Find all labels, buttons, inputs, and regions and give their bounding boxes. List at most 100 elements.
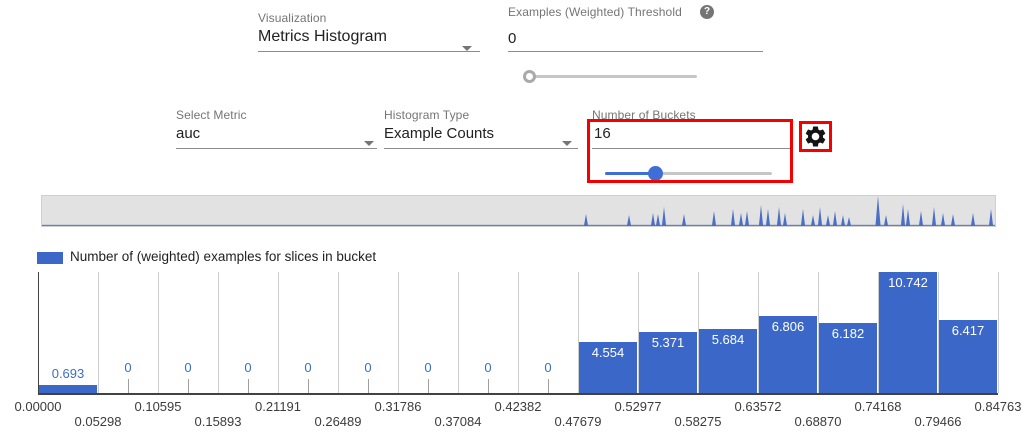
x-tick-label: 0.58275: [658, 414, 738, 429]
slice-spike: [971, 213, 975, 226]
slice-spike: [826, 215, 830, 226]
gear-icon: [803, 124, 828, 149]
threshold-slider-track[interactable]: [530, 75, 697, 78]
slice-spike: [847, 217, 851, 226]
legend-color-swatch: [37, 252, 63, 264]
zero-bar-tick: [368, 379, 369, 393]
number-of-buckets-underline: [592, 148, 790, 149]
slice-spike: [651, 213, 655, 226]
slice-spike: [919, 211, 923, 226]
x-tick-label: 0.05298: [58, 414, 138, 429]
select-metric-underline: [176, 148, 377, 149]
histogram-type-label: Histogram Type: [384, 108, 578, 122]
visualization-field: Visualization Metrics Histogram: [258, 11, 480, 56]
metrics-histogram-chart: 0.693000000004.5545.3715.6846.8066.18210…: [38, 272, 998, 430]
slice-spike: [901, 204, 905, 226]
x-tick-label: 0.84763: [958, 399, 1024, 414]
select-metric-dropdown[interactable]: auc: [176, 125, 200, 142]
zero-bar-tick: [488, 379, 489, 393]
slice-spike: [662, 207, 666, 226]
histogram-type-underline: [384, 148, 578, 149]
zero-bar-tick: [188, 379, 189, 393]
slice-spike: [841, 215, 845, 226]
settings-gear-button[interactable]: [803, 124, 828, 149]
slice-spike: [818, 207, 822, 226]
bar-value-label: 5.684: [698, 332, 758, 347]
slice-spike: [906, 209, 910, 226]
slice-spike: [941, 213, 945, 226]
zero-bar-tick: [248, 379, 249, 393]
visualization-label: Visualization: [258, 11, 480, 25]
histogram-type-dropdown[interactable]: Example Counts: [384, 125, 494, 142]
x-tick-label: 0.10595: [118, 399, 198, 414]
x-tick-label: 0.74168: [838, 399, 918, 414]
slice-spike: [951, 214, 955, 226]
bar-value-label: 10.742: [878, 275, 938, 290]
help-icon[interactable]: ?: [700, 5, 714, 19]
zero-bar-tick: [548, 379, 549, 393]
x-tick-label: 0.52977: [598, 399, 678, 414]
visualization-dropdown[interactable]: Metrics Histogram: [258, 28, 387, 46]
legend-label: Number of (weighted) examples for slices…: [70, 249, 376, 264]
slice-spike: [627, 215, 631, 226]
x-tick-label: 0.42382: [478, 399, 558, 414]
zero-bar-tick: [128, 379, 129, 393]
select-metric-label: Select Metric: [176, 108, 377, 122]
x-tick-label: 0.37084: [418, 414, 498, 429]
bar-value-label: 6.182: [818, 326, 878, 341]
select-metric-value: auc: [176, 125, 200, 142]
select-metric-field: Select Metric auc: [176, 108, 377, 153]
slice-spike: [656, 214, 660, 226]
zero-bar-tick: [308, 379, 309, 393]
number-of-buckets-input[interactable]: 16: [594, 125, 611, 142]
slice-spike: [759, 205, 763, 226]
slice-spike: [766, 209, 770, 226]
slice-spike: [989, 209, 993, 226]
bar-value-label: 6.806: [758, 319, 818, 334]
gridline: [998, 272, 999, 393]
sparkline-baseline: [42, 225, 995, 226]
bar-value-label: 0: [458, 360, 518, 375]
slice-spikes-sparkline: [42, 196, 995, 226]
bar-value-label: 0: [338, 360, 398, 375]
x-tick-label: 0.21191: [238, 399, 318, 414]
histogram-type-field: Histogram Type Example Counts: [384, 108, 578, 153]
bar-value-label: 0.693: [38, 366, 98, 381]
buckets-slider-handle[interactable]: [648, 166, 663, 181]
histogram-bar[interactable]: [879, 272, 937, 393]
x-tick-label: 0.26489: [298, 414, 378, 429]
x-tick-label: 0.47679: [538, 414, 618, 429]
bar-value-label: 0: [158, 360, 218, 375]
bar-value-label: 0: [278, 360, 338, 375]
slice-spike: [712, 211, 716, 226]
zero-bar-tick: [428, 379, 429, 393]
slice-spike: [875, 196, 880, 226]
bar-value-label: 4.554: [578, 345, 638, 360]
bar-value-label: 0: [398, 360, 458, 375]
slice-spike: [932, 207, 936, 226]
threshold-slider-handle[interactable]: [523, 70, 536, 83]
slice-spike: [731, 209, 735, 226]
histogram-plot: 0.693000000004.5545.3715.6846.8066.18210…: [38, 272, 998, 395]
histogram-bar[interactable]: [39, 385, 97, 393]
slice-overview-strip[interactable]: [41, 195, 996, 227]
slice-spike: [745, 211, 749, 226]
bar-value-label: 6.417: [938, 323, 998, 338]
bar-value-label: 0: [218, 360, 278, 375]
slice-spike: [833, 211, 837, 226]
x-axis-labels: 0.000000.052980.105950.158930.211910.264…: [38, 395, 998, 430]
histogram-type-value: Example Counts: [384, 125, 494, 142]
chevron-down-icon[interactable]: [364, 141, 374, 146]
chevron-down-icon[interactable]: [562, 141, 572, 146]
slice-spike: [777, 207, 781, 226]
threshold-underline: [508, 51, 763, 52]
x-tick-label: 0.79466: [898, 414, 978, 429]
x-tick-label: 0.31786: [358, 399, 438, 414]
bar-value-label: 5.371: [638, 335, 698, 350]
threshold-input[interactable]: 0: [508, 30, 516, 47]
x-tick-label: 0.63572: [718, 399, 798, 414]
visualization-underline: [258, 51, 480, 52]
visualization-value: Metrics Histogram: [258, 28, 387, 45]
number-of-buckets-label: Number of Buckets: [592, 108, 792, 122]
x-tick-label: 0.68870: [778, 414, 858, 429]
